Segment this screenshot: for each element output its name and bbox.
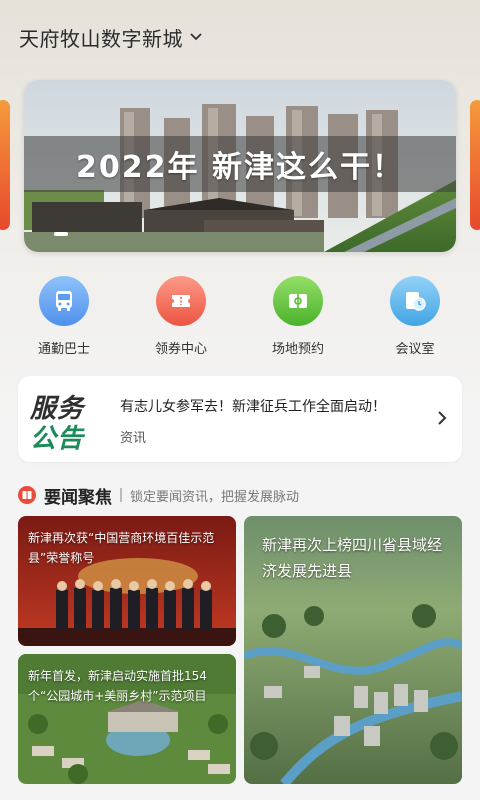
quick-action-label: 领券中心	[154, 342, 207, 357]
quick-action-commute-bus[interactable]: 通勤巴士	[14, 276, 114, 357]
quick-action-meeting-room[interactable]: 会议室	[365, 276, 465, 357]
banner-headline-strip: 2022年 新津这么干！	[24, 136, 456, 192]
quick-actions: 通勤巴士 领券中心 场地预约 会议室	[0, 276, 480, 357]
news-card[interactable]: 新津再次上榜四川省县域经济发展先进县	[244, 516, 462, 784]
news-book-icon	[18, 486, 36, 504]
notice-tag: 资讯	[120, 431, 147, 446]
quick-action-label: 通勤巴士	[37, 342, 90, 357]
news-caption: 新津再次获“中国营商环境百佳示范县”荣誉称号	[28, 531, 215, 565]
quick-action-coupon-center[interactable]: 领券中心	[131, 276, 231, 357]
carousel-dot	[54, 232, 68, 236]
coupon-icon	[156, 276, 206, 326]
service-notice-card[interactable]: 服务 公告 有志儿女参军去！新津征兵工作全面启动！ 资讯	[18, 376, 462, 462]
news-section-header: 要闻聚焦 锁定要闻资讯，把握发展脉动	[18, 484, 300, 508]
banner-carousel[interactable]: 2022年 新津这么干！	[24, 80, 456, 252]
venue-icon	[273, 276, 323, 326]
news-caption: 新年首发，新津启动实施首批154个“公园城市+美丽乡村”示范项目	[28, 669, 207, 703]
chevron-down-icon	[190, 33, 202, 41]
service-notice-logo: 服务 公告	[30, 388, 108, 454]
chevron-right-icon	[438, 411, 447, 425]
bus-icon	[39, 276, 89, 326]
news-card[interactable]: 新年首发，新津启动实施首批154个“公园城市+美丽乡村”示范项目	[18, 654, 236, 784]
news-card[interactable]: 新津再次获“中国营商环境百佳示范县”荣誉称号	[18, 516, 236, 646]
city-title: 天府牧山数字新城	[19, 26, 183, 51]
news-caption: 新津再次上榜四川省县域经济发展先进县	[262, 536, 443, 580]
quick-action-venue-booking[interactable]: 场地预约	[248, 276, 348, 357]
city-selector[interactable]: 天府牧山数字新城	[19, 22, 203, 52]
carousel-prev-card[interactable]	[0, 100, 10, 230]
divider	[120, 488, 122, 502]
news-section-title: 要闻聚焦	[44, 487, 112, 508]
quick-action-label: 场地预约	[271, 342, 324, 357]
carousel-indicator	[54, 232, 68, 236]
quick-action-label: 会议室	[395, 342, 435, 357]
news-section-subtitle: 锁定要闻资讯，把握发展脉动	[130, 489, 300, 505]
banner-headline: 2022年 新津这么干！	[76, 150, 404, 185]
carousel-next-card[interactable]	[470, 100, 480, 230]
notice-message: 有志儿女参军去！新津征兵工作全面启动！	[120, 399, 386, 415]
meeting-room-icon	[390, 276, 440, 326]
notice-logo-line2: 公告	[30, 424, 85, 454]
